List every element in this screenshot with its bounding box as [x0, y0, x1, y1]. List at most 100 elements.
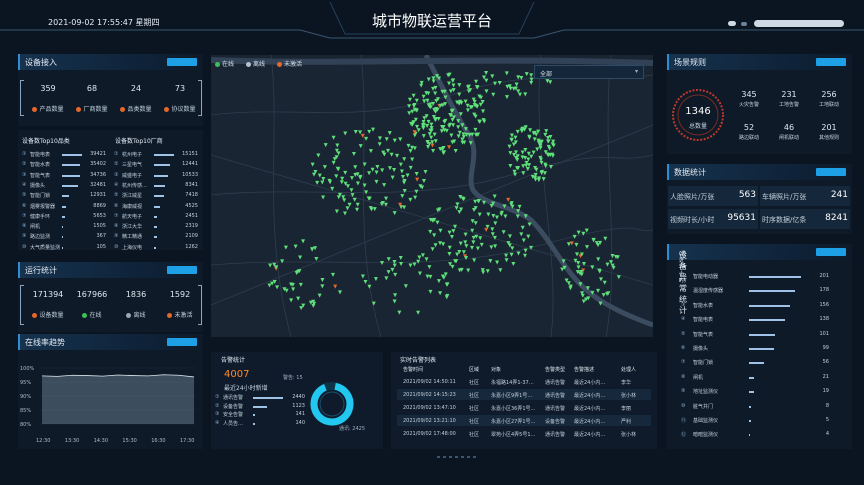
- map-marker-icon[interactable]: [498, 268, 503, 273]
- map-marker-icon[interactable]: [568, 286, 573, 291]
- map-marker-icon[interactable]: [398, 162, 403, 167]
- map-marker-icon[interactable]: [385, 148, 390, 153]
- map-marker-icon[interactable]: [275, 285, 280, 290]
- map-marker-icon[interactable]: [438, 291, 443, 296]
- map-marker-icon[interactable]: [522, 253, 527, 258]
- map-marker-icon[interactable]: [400, 175, 405, 180]
- map-marker-icon[interactable]: [504, 253, 509, 258]
- map-marker-icon[interactable]: [447, 81, 452, 86]
- map-marker-icon[interactable]: [360, 274, 365, 279]
- map-marker-icon[interactable]: [407, 111, 412, 116]
- map-marker-icon[interactable]: [414, 172, 419, 177]
- map-marker-icon[interactable]: [597, 269, 602, 274]
- map-marker-icon[interactable]: [431, 148, 436, 153]
- map-marker-icon[interactable]: [449, 235, 454, 240]
- map-marker-icon[interactable]: [345, 206, 350, 211]
- header-search-input[interactable]: [754, 20, 844, 27]
- device-access-more-button[interactable]: [167, 58, 197, 66]
- map-marker-icon[interactable]: [421, 134, 426, 139]
- map-marker-icon[interactable]: [414, 189, 419, 194]
- map-marker-icon[interactable]: [283, 245, 288, 250]
- map-marker-icon[interactable]: [493, 244, 498, 249]
- map-marker-icon[interactable]: [280, 259, 285, 264]
- map-marker-icon[interactable]: [296, 296, 301, 301]
- map-marker-icon[interactable]: [358, 130, 363, 135]
- map-marker-icon[interactable]: [358, 144, 363, 149]
- map-marker-icon[interactable]: [405, 173, 410, 178]
- map-marker-icon[interactable]: [461, 250, 466, 255]
- map-marker-icon[interactable]: [447, 245, 452, 250]
- map-marker-icon[interactable]: [343, 170, 348, 175]
- map-marker-icon[interactable]: [451, 83, 456, 88]
- map-marker-icon[interactable]: [415, 177, 420, 182]
- map-marker-icon[interactable]: [450, 264, 455, 269]
- map-marker-icon[interactable]: [464, 244, 469, 249]
- map-marker-icon[interactable]: [536, 178, 541, 183]
- map-marker-icon[interactable]: [402, 157, 407, 162]
- online-trend-more-button[interactable]: [167, 338, 197, 346]
- map-marker-icon[interactable]: [509, 252, 514, 257]
- map-marker-icon[interactable]: [584, 228, 589, 233]
- map-filter-select[interactable]: 全部 ▾: [534, 65, 644, 79]
- map-marker-icon[interactable]: [353, 165, 358, 170]
- map-marker-icon[interactable]: [339, 180, 344, 185]
- map-marker-icon[interactable]: [436, 279, 441, 284]
- map-marker-icon[interactable]: [393, 293, 398, 298]
- map-marker-icon[interactable]: [426, 77, 431, 82]
- map-marker-icon[interactable]: [336, 195, 341, 200]
- map-marker-icon[interactable]: [472, 258, 477, 263]
- map-marker-icon[interactable]: [444, 282, 449, 287]
- map-marker-icon[interactable]: [392, 168, 397, 173]
- map-marker-icon[interactable]: [432, 233, 437, 238]
- map-marker-icon[interactable]: [515, 214, 520, 219]
- map-marker-icon[interactable]: [267, 283, 272, 288]
- map-marker-icon[interactable]: [427, 132, 432, 137]
- map-marker-icon[interactable]: [484, 78, 489, 83]
- map-marker-icon[interactable]: [408, 197, 413, 202]
- map-marker-icon[interactable]: [513, 135, 518, 140]
- map-marker-icon[interactable]: [310, 247, 315, 252]
- map-marker-icon[interactable]: [386, 270, 391, 275]
- map-marker-icon[interactable]: [347, 202, 352, 207]
- map-marker-icon[interactable]: [610, 253, 615, 258]
- map-marker-icon[interactable]: [298, 282, 303, 287]
- map-marker-icon[interactable]: [519, 232, 524, 237]
- map-marker-icon[interactable]: [441, 242, 446, 247]
- map-marker-icon[interactable]: [340, 176, 345, 181]
- map-marker-icon[interactable]: [484, 227, 489, 232]
- map-marker-icon[interactable]: [320, 180, 325, 185]
- map-marker-icon[interactable]: [353, 130, 358, 135]
- map-marker-icon[interactable]: [430, 143, 435, 148]
- map-marker-icon[interactable]: [342, 198, 347, 203]
- map-marker-icon[interactable]: [322, 165, 327, 170]
- map-marker-icon[interactable]: [493, 221, 498, 226]
- map-marker-icon[interactable]: [451, 123, 456, 128]
- map-marker-icon[interactable]: [511, 262, 516, 267]
- map-marker-icon[interactable]: [323, 143, 328, 148]
- map-marker-icon[interactable]: [529, 73, 534, 78]
- map-marker-icon[interactable]: [508, 164, 513, 169]
- map-marker-icon[interactable]: [371, 301, 376, 306]
- map-marker-icon[interactable]: [602, 280, 607, 285]
- map-marker-icon[interactable]: [456, 134, 461, 139]
- map-marker-icon[interactable]: [449, 133, 454, 138]
- map-marker-icon[interactable]: [508, 151, 513, 156]
- map-marker-icon[interactable]: [576, 265, 581, 270]
- map-marker-icon[interactable]: [425, 123, 430, 128]
- map-marker-icon[interactable]: [410, 157, 415, 162]
- map-marker-icon[interactable]: [463, 232, 468, 237]
- map-marker-icon[interactable]: [312, 172, 317, 177]
- map-marker-icon[interactable]: [482, 119, 487, 124]
- map-marker-icon[interactable]: [429, 135, 434, 140]
- map-marker-icon[interactable]: [473, 199, 478, 204]
- map-marker-icon[interactable]: [425, 274, 430, 279]
- map-marker-icon[interactable]: [390, 267, 395, 272]
- map-marker-icon[interactable]: [520, 225, 525, 230]
- map-marker-icon[interactable]: [402, 205, 407, 210]
- map-marker-icon[interactable]: [317, 173, 322, 178]
- map-marker-icon[interactable]: [433, 91, 438, 96]
- running-stats-more-button[interactable]: [167, 266, 197, 274]
- header-toggle-icon[interactable]: [728, 21, 736, 26]
- map-marker-icon[interactable]: [351, 152, 356, 157]
- map-marker-icon[interactable]: [417, 271, 422, 276]
